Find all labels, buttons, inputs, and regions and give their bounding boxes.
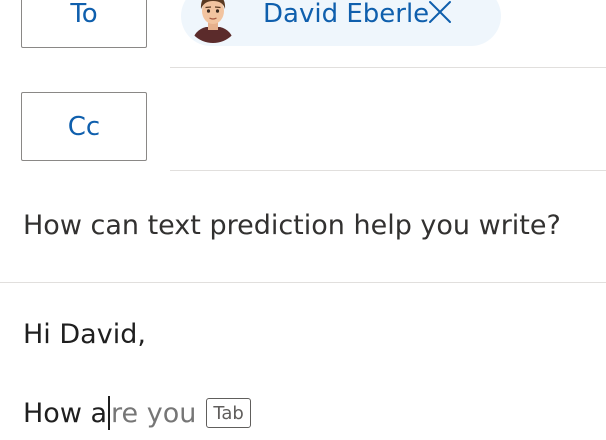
to-field-underline: [170, 67, 606, 68]
message-compose-line[interactable]: How a re you Tab: [23, 396, 251, 430]
subject-divider: [0, 282, 606, 283]
subject-field[interactable]: How can text prediction help you write?: [23, 210, 561, 241]
recipient-chip[interactable]: David Eberle: [181, 0, 501, 46]
close-icon[interactable]: [426, 0, 454, 26]
cc-field-underline: [170, 170, 606, 171]
recipient-name: David Eberle: [263, 0, 430, 29]
avatar: [186, 0, 240, 43]
cc-button-label: Cc: [67, 111, 101, 142]
to-button-label: To: [70, 0, 98, 29]
text-caret: [108, 396, 111, 430]
typed-text: How a: [23, 397, 108, 429]
tab-key-hint[interactable]: Tab: [206, 398, 251, 428]
message-greeting[interactable]: Hi David,: [23, 319, 146, 350]
person-avatar-icon: [192, 0, 234, 43]
to-button[interactable]: To: [21, 0, 147, 48]
compose-window: To David Eberle Cc How can text predicti…: [0, 0, 606, 440]
predicted-text: re you: [111, 397, 197, 429]
cc-button[interactable]: Cc: [21, 92, 147, 161]
